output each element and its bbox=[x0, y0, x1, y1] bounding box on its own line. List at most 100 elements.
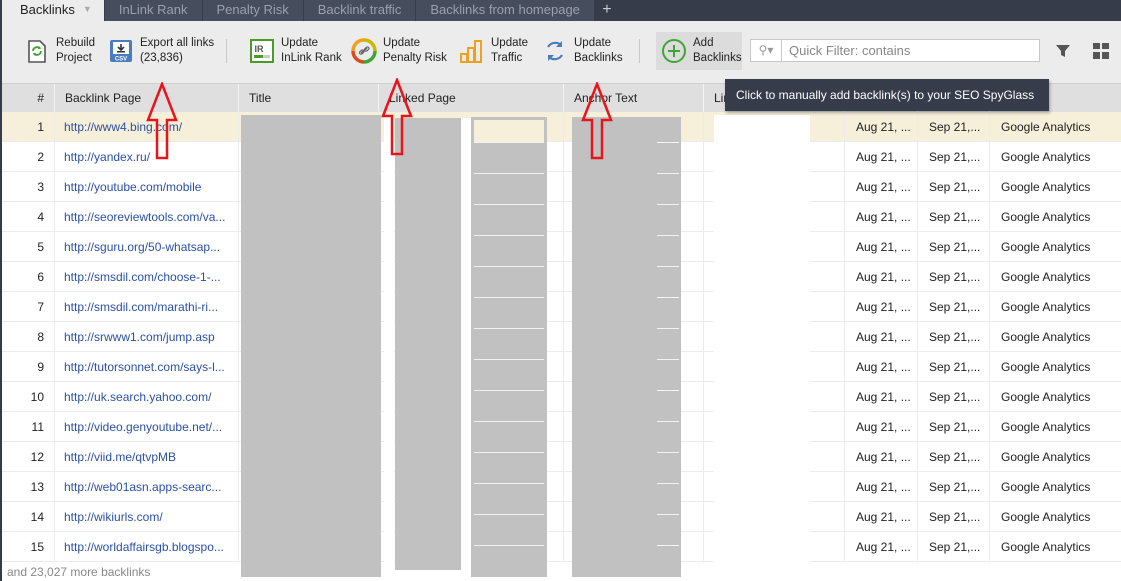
last-found-date: Sep 21,... bbox=[917, 532, 989, 562]
filter-funnel-icon[interactable] bbox=[1055, 43, 1071, 59]
last-found-date: Sep 21,... bbox=[917, 202, 989, 232]
row-separator bbox=[474, 173, 544, 174]
update-inlink-rank-button[interactable]: IR Update InLink Rank bbox=[249, 36, 342, 72]
table-row[interactable]: 13 http://web01asn.apps-searc... Aug 21, .… bbox=[2, 472, 1121, 502]
backlink-page-link[interactable]: http://smsdil.com/choose-1-... bbox=[54, 262, 238, 292]
redacted-linked-page-column-2 bbox=[471, 117, 547, 577]
redacted-link-type-column bbox=[714, 115, 810, 577]
backlink-page-link[interactable]: http://wikiurls.com/ bbox=[54, 502, 238, 532]
row-separator bbox=[657, 545, 679, 546]
export-all-links-button[interactable]: CSV Export all links (23,836) bbox=[108, 36, 214, 72]
quick-filter-input[interactable] bbox=[782, 40, 1039, 61]
tab-label: Backlinks bbox=[20, 2, 75, 17]
annotation-arrow-up bbox=[381, 78, 413, 156]
table-row[interactable]: 7 http://smsdil.com/marathi-ri... Aug 21, … bbox=[2, 292, 1121, 322]
add-backlinks-tooltip: Click to manually add backlink(s) to you… bbox=[725, 79, 1049, 134]
last-found-date: Sep 21,... bbox=[917, 322, 989, 352]
backlink-page-link[interactable]: http://viid.me/qtvpMB bbox=[54, 442, 238, 472]
backlink-page-link[interactable]: http://uk.search.yahoo.com/ bbox=[54, 382, 238, 412]
row-separator bbox=[474, 297, 544, 298]
row-separator bbox=[657, 483, 679, 484]
backlink-page-link[interactable]: http://video.genyoutube.net/... bbox=[54, 412, 238, 442]
rebuild-project-label: Rebuild Project bbox=[56, 37, 95, 64]
row-number: 13 bbox=[30, 480, 44, 494]
quick-filter: ⚲▾ bbox=[750, 39, 1040, 62]
backlink-page-link[interactable]: http://web01asn.apps-searc... bbox=[54, 472, 238, 502]
plus-icon[interactable]: + bbox=[595, 0, 619, 21]
table-row[interactable]: 3 http://youtube.com/mobile Aug 21, ... Sep… bbox=[2, 172, 1121, 202]
export-all-links-label: Export all links (23,836) bbox=[140, 37, 215, 64]
first-found-date: Aug 21, ... bbox=[844, 412, 917, 442]
row-separator bbox=[474, 204, 544, 205]
source-cell: Google Analytics bbox=[989, 172, 1121, 202]
row-number: 14 bbox=[30, 510, 44, 524]
row-separator bbox=[474, 452, 544, 453]
row-separator bbox=[657, 514, 679, 515]
last-found-date: Sep 21,... bbox=[917, 382, 989, 412]
table-row[interactable]: 10 http://uk.search.yahoo.com/Aug 21, ...… bbox=[2, 382, 1121, 412]
traffic-bars-icon bbox=[459, 38, 485, 64]
refresh-icon bbox=[542, 38, 568, 64]
backlink-page-link[interactable]: http://sguru.org/50-whatsap... bbox=[54, 232, 238, 262]
last-found-date: Sep 21,... bbox=[917, 442, 989, 472]
column-header-number[interactable]: # bbox=[2, 84, 54, 113]
row-number: 3 bbox=[37, 180, 44, 194]
source-cell: Google Analytics bbox=[989, 322, 1121, 352]
backlink-page-link[interactable]: http://smsdil.com/marathi-ri... bbox=[54, 292, 238, 322]
add-backlinks-label: Add Backlinks bbox=[693, 37, 742, 64]
penalty-risk-icon bbox=[351, 38, 377, 64]
table-row[interactable]: 14 http://wikiurls.com/Aug 21, ... Sep 21,… bbox=[2, 502, 1121, 532]
source-cell: Google Analytics bbox=[989, 382, 1121, 412]
add-backlinks-button[interactable]: Add Backlinks bbox=[661, 36, 742, 72]
last-found-date: Sep 21,... bbox=[917, 142, 989, 172]
row-separator bbox=[474, 359, 544, 360]
first-found-date: Aug 21, ... bbox=[844, 502, 917, 532]
backlink-page-link[interactable]: http://srwww1.com/jump.asp bbox=[54, 322, 238, 352]
update-backlinks-button[interactable]: Update Backlinks bbox=[542, 36, 623, 72]
tab-backlink-traffic[interactable]: Backlink traffic bbox=[303, 0, 416, 21]
tab-backlinks[interactable]: Backlinks ▼ bbox=[2, 0, 104, 21]
redaction-gap bbox=[384, 115, 394, 577]
chevron-down-icon[interactable]: ▼ bbox=[83, 0, 92, 19]
table-row[interactable]: 8 http://srwww1.com/jump.asp Aug 21, ... Se… bbox=[2, 322, 1121, 352]
layout-grid-icon[interactable] bbox=[1093, 43, 1109, 59]
app-window: Backlinks ▼ InLink Rank Penalty Risk Back… bbox=[0, 0, 1121, 581]
table-row[interactable]: 12 http://viid.me/qtvpMB Aug 21, ... Sep 21… bbox=[2, 442, 1121, 472]
table-row[interactable]: 11 http://video.genyoutube.net/... Aug 21,… bbox=[2, 412, 1121, 442]
tab-inlink-rank[interactable]: InLink Rank bbox=[104, 0, 202, 21]
row-separator bbox=[657, 142, 679, 143]
update-traffic-button[interactable]: Update Traffic bbox=[459, 36, 528, 72]
row-separator bbox=[474, 235, 544, 236]
tab-penalty-risk[interactable]: Penalty Risk bbox=[202, 0, 303, 21]
source-cell: Google Analytics bbox=[989, 232, 1121, 262]
backlink-page-link[interactable]: http://worldaffairsgb.blogspo... bbox=[54, 532, 238, 562]
annotation-arrow-up bbox=[581, 82, 613, 160]
update-backlinks-label: Update Backlinks bbox=[574, 37, 623, 64]
backlink-page-link[interactable]: http://youtube.com/mobile bbox=[54, 172, 238, 202]
first-found-date: Aug 21, ... bbox=[844, 112, 917, 142]
row-separator bbox=[474, 390, 544, 391]
row-separator bbox=[474, 142, 544, 143]
source-cell: Google Analytics bbox=[989, 112, 1121, 142]
row-separator bbox=[474, 483, 544, 484]
row-separator bbox=[657, 266, 679, 267]
first-found-date: Aug 21, ... bbox=[844, 292, 917, 322]
source-cell: Google Analytics bbox=[989, 262, 1121, 292]
rebuild-project-button[interactable]: Rebuild Project bbox=[24, 36, 95, 72]
table-row[interactable]: 6 http://smsdil.com/choose-1-... Aug 21, .… bbox=[2, 262, 1121, 292]
tab-bar: Backlinks ▼ InLink Rank Penalty Risk Back… bbox=[2, 0, 1121, 21]
row-number: 10 bbox=[30, 390, 44, 404]
backlink-page-link[interactable]: http://tutorsonnet.com/says-l... bbox=[54, 352, 238, 382]
table-row[interactable]: 4 http://seoreviewtools.com/va... Aug 21, … bbox=[2, 202, 1121, 232]
update-penalty-risk-button[interactable]: Update Penalty Risk bbox=[351, 36, 447, 72]
table-row[interactable]: 5 http://sguru.org/50-whatsap... Aug 21, .… bbox=[2, 232, 1121, 262]
search-icon[interactable]: ⚲▾ bbox=[751, 40, 782, 61]
more-backlinks-footer: and 23,027 more backlinks bbox=[7, 565, 151, 579]
column-header-title[interactable]: Title bbox=[238, 84, 378, 113]
tab-backlinks-from-homepage[interactable]: Backlinks from homepage bbox=[416, 0, 594, 21]
svg-text:IR: IR bbox=[255, 44, 265, 54]
table-row[interactable]: 9 http://tutorsonnet.com/says-l... Aug 21,… bbox=[2, 352, 1121, 382]
toolbar-divider bbox=[226, 39, 227, 63]
table-row[interactable]: 15 http://worldaffairsgb.blogspo... Aug 21… bbox=[2, 532, 1121, 562]
backlink-page-link[interactable]: http://seoreviewtools.com/va... bbox=[54, 202, 238, 232]
